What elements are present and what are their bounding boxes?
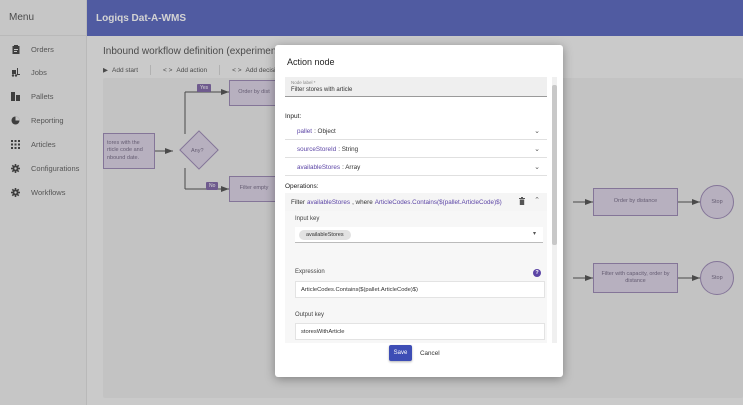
input-type: : Array [342,163,361,171]
chevron-up-icon[interactable]: ⌃ [534,196,540,204]
action-node-dialog: Action node Node label * Filter stores w… [275,45,563,377]
input-type: : String [338,145,359,153]
input-type: : Object [314,127,336,135]
operation-header[interactable]: Filter availableStores , where ArticleCo… [285,193,547,211]
operations-section-label: Operations: [285,183,319,190]
input-pallet[interactable]: pallet : Object ⌄ [285,123,547,140]
node-label-value: Filter stores with article [291,87,353,93]
node-label-field[interactable]: Node label * Filter stores with article [285,77,547,97]
chevron-down-icon: ⌄ [534,146,540,153]
input-key: availableStores [297,163,341,171]
chevron-down-icon: ⌄ [534,128,540,135]
input-key-select[interactable]: availableStores ▾ [295,227,543,243]
input-section-label: Input: [285,113,302,120]
chevron-down-icon: ▾ [532,231,536,237]
input-source-store-id[interactable]: sourceStoreId : String ⌄ [285,141,547,158]
operation-prefix: Filter [291,198,305,206]
input-key-chip: availableStores [299,230,351,240]
operation-body: Input key availableStores ▾ Expression ?… [285,211,547,343]
dialog-actions: Save Cancel [275,345,563,373]
input-key-label: Input key [295,216,320,222]
chevron-down-icon: ⌄ [534,164,540,171]
input-key: sourceStoreId [297,145,337,153]
dialog-title: Action node [287,57,335,67]
expression-label: Expression [295,269,325,275]
operation-middle: , where [352,198,373,206]
operation-target: availableStores [307,198,351,206]
output-key-input[interactable]: storesWithArticle [295,323,545,340]
trash-icon[interactable] [519,197,525,207]
expression-input[interactable]: ArticleCodes.Contains($(pallet.ArticleCo… [295,281,545,298]
input-available-stores[interactable]: availableStores : Array ⌄ [285,159,547,176]
dialog-scrollbar[interactable] [552,77,557,343]
dialog-content[interactable]: Node label * Filter stores with article … [281,77,557,343]
save-button[interactable]: Save [389,345,412,361]
cancel-button[interactable]: Cancel [420,345,440,361]
output-key-label: Output key [295,312,325,318]
input-key: pallet [297,127,313,135]
node-label-label: Node label * [291,80,316,85]
help-icon[interactable]: ? [533,269,541,277]
operation-expr: ArticleCodes.Contains($(pallet.ArticleCo… [374,198,502,206]
scrollbar-thumb[interactable] [552,85,557,245]
